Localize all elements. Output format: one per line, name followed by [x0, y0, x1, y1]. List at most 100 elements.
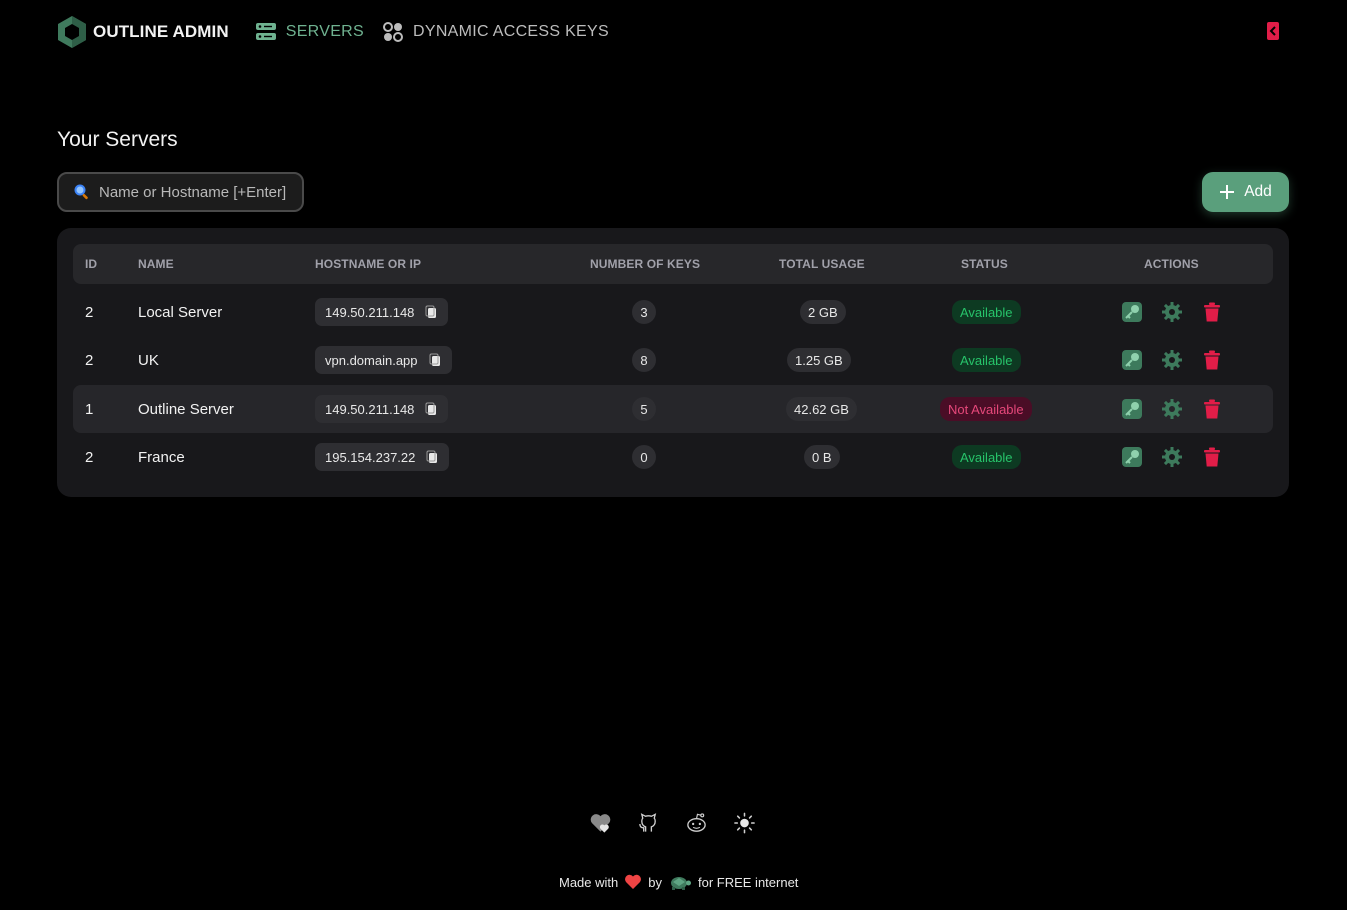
footer-links — [589, 811, 756, 835]
logout-icon[interactable] — [1262, 20, 1284, 42]
keys-count: 0 — [632, 445, 656, 469]
column-header-usage[interactable]: TOTAL USAGE — [779, 244, 865, 284]
server-name[interactable]: Outline Server — [138, 385, 234, 433]
actions-cell — [1121, 433, 1223, 481]
server-host: vpn.domain.app — [325, 352, 418, 368]
keys-cell: 5 — [632, 385, 656, 433]
by-text: by — [648, 874, 662, 890]
column-header-actions: ACTIONS — [1144, 257, 1199, 271]
host-chip: vpn.domain.app — [315, 346, 452, 374]
column-header-id[interactable]: ID — [85, 244, 97, 284]
server-host-cell: 195.154.237.22 — [315, 433, 450, 481]
add-button-label: Add — [1244, 183, 1272, 200]
table-row: 2 Local Server 149.50.211.148 3 2 GB Ava… — [73, 288, 1273, 336]
search-icon — [74, 184, 88, 200]
status-cell: Available — [952, 433, 1021, 481]
settings-gear-icon[interactable] — [1161, 349, 1183, 371]
status-cell: Not Available — [940, 385, 1032, 433]
access-keys-icon[interactable] — [1121, 398, 1143, 420]
copy-icon[interactable] — [424, 305, 438, 319]
reddit-icon[interactable] — [685, 811, 708, 835]
outline-logo-icon — [58, 16, 86, 48]
server-host-cell: 149.50.211.148 — [315, 288, 449, 336]
keys-cell: 8 — [632, 336, 656, 384]
keys-count: 3 — [632, 300, 656, 324]
copy-icon[interactable] — [425, 450, 439, 464]
made-with-text: Made with — [559, 874, 619, 890]
actions-cell — [1121, 288, 1223, 336]
server-name[interactable]: France — [138, 433, 185, 481]
server-id: 2 — [85, 351, 94, 369]
plus-icon — [1220, 185, 1235, 199]
server-name[interactable]: Local Server — [138, 288, 222, 336]
delete-trash-icon[interactable] — [1201, 398, 1223, 420]
column-header-name[interactable]: NAME — [138, 244, 174, 284]
column-header-host[interactable]: HOSTNAME OR IP — [315, 244, 421, 284]
copy-icon[interactable] — [424, 402, 438, 416]
top-navbar: OUTLINE ADMIN SERVERS DYNAMIC ACCESS KEY… — [57, 14, 627, 50]
server-host-cell: 149.50.211.148 — [315, 385, 449, 433]
actions-cell — [1121, 385, 1223, 433]
host-chip: 149.50.211.148 — [315, 298, 449, 326]
add-server-button[interactable]: Add — [1202, 172, 1289, 212]
keys-count: 8 — [632, 348, 656, 372]
copy-icon[interactable] — [428, 353, 442, 367]
search-box[interactable] — [57, 172, 304, 212]
server-name[interactable]: UK — [138, 336, 159, 384]
dynamic-keys-icon — [383, 22, 403, 42]
table-row: 1 Outline Server 149.50.211.148 5 42.62 … — [73, 385, 1273, 433]
tagline-text: for FREE internet — [697, 874, 799, 890]
delete-trash-icon[interactable] — [1201, 349, 1223, 371]
brand[interactable]: OUTLINE ADMIN — [57, 15, 229, 49]
heart-icon — [625, 874, 642, 889]
footer-credit: Made with by for FREE internet — [559, 873, 798, 891]
search-input[interactable] — [99, 183, 289, 201]
total-usage: 1.25 GB — [787, 348, 851, 372]
total-usage: 2 GB — [800, 300, 846, 324]
column-header-keys[interactable]: NUMBER OF KEYS — [590, 244, 700, 284]
settings-gear-icon[interactable] — [1161, 446, 1183, 468]
keys-cell: 0 — [632, 433, 656, 481]
server-host: 195.154.237.22 — [325, 449, 416, 465]
settings-gear-icon[interactable] — [1161, 398, 1183, 420]
nav-servers[interactable]: SERVERS — [255, 21, 364, 43]
status-badge: Not Available — [940, 397, 1032, 421]
status-cell: Available — [952, 336, 1021, 384]
actions-cell — [1121, 336, 1223, 384]
nav-dynamic-access-keys[interactable]: DYNAMIC ACCESS KEYS — [382, 21, 609, 43]
delete-trash-icon[interactable] — [1201, 301, 1223, 323]
status-cell: Available — [952, 288, 1021, 336]
table-row: 2 France 195.154.237.22 0 0 B Available — [73, 433, 1273, 481]
servers-table: ID NAME HOSTNAME OR IP NUMBER OF KEYS TO… — [57, 228, 1289, 497]
host-chip: 149.50.211.148 — [315, 395, 449, 423]
nav-servers-label: SERVERS — [285, 23, 364, 40]
status-badge: Available — [952, 348, 1021, 372]
nav-dynamic-keys-label: DYNAMIC ACCESS KEYS — [413, 23, 609, 40]
page-title: Your Servers — [57, 128, 178, 151]
delete-trash-icon[interactable] — [1201, 446, 1223, 468]
server-id: 1 — [85, 400, 94, 418]
access-keys-icon[interactable] — [1121, 349, 1143, 371]
usage-cell: 1.25 GB — [787, 336, 851, 384]
donate-heart-icon[interactable] — [589, 811, 612, 835]
status-badge: Available — [952, 300, 1021, 324]
access-keys-icon[interactable] — [1121, 301, 1143, 323]
theme-sun-icon[interactable] — [733, 811, 756, 835]
total-usage: 0 B — [804, 445, 840, 469]
table-row: 2 UK vpn.domain.app 8 1.25 GB Available — [73, 336, 1273, 384]
settings-gear-icon[interactable] — [1161, 301, 1183, 323]
server-host: 149.50.211.148 — [325, 304, 415, 320]
column-header-status[interactable]: STATUS — [961, 244, 1008, 284]
turtle-icon — [670, 877, 691, 890]
brand-name: OUTLINE ADMIN — [93, 22, 229, 41]
servers-icon — [255, 23, 276, 40]
server-id: 2 — [85, 448, 94, 466]
server-id: 2 — [85, 303, 94, 321]
keys-count: 5 — [632, 397, 656, 421]
server-host: 149.50.211.148 — [325, 401, 415, 417]
server-host-cell: vpn.domain.app — [315, 336, 452, 384]
github-icon[interactable] — [637, 811, 660, 835]
total-usage: 42.62 GB — [786, 397, 857, 421]
access-keys-icon[interactable] — [1121, 446, 1143, 468]
usage-cell: 42.62 GB — [786, 385, 857, 433]
